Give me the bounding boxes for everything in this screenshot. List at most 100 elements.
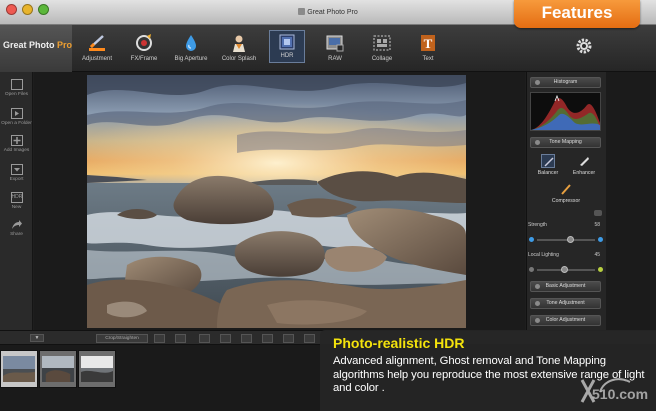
local-lighting-slider[interactable] — [537, 266, 595, 273]
flip-icon[interactable] — [283, 334, 294, 343]
histogram-curves — [531, 94, 600, 130]
compare-icon[interactable] — [220, 334, 231, 343]
tool-label: HDR — [280, 53, 294, 59]
sidebar-item-label: New — [11, 205, 22, 210]
tool-adjustment[interactable]: Adjustment — [73, 33, 121, 62]
brand-name: Great Photo — [3, 40, 55, 50]
sidebar-item-label: Share — [10, 232, 23, 237]
local-lighting-value: 45 — [594, 252, 600, 258]
left-sidebar: Open Files Open a Folder Add Images Expo… — [0, 72, 33, 330]
watermark-text: 510.com — [592, 386, 649, 402]
thumb-image — [3, 356, 35, 382]
fullscreen-icon[interactable] — [304, 334, 315, 343]
right-panel: Histogram Tone Mapping Balancer Enhancer — [526, 72, 606, 330]
rotate-right-icon[interactable] — [262, 334, 273, 343]
sidebar-item-new[interactable]: HDR New — [0, 192, 33, 210]
tool-label: Text — [422, 56, 434, 62]
hdr-new-icon: HDR — [10, 192, 23, 203]
svg-text:T: T — [424, 36, 433, 51]
tool-color-splash[interactable]: Color Splash — [215, 33, 263, 62]
feature-title: Photo-realistic HDR — [333, 335, 465, 351]
sidebar-item-open-files[interactable]: Open Files — [0, 79, 33, 97]
tool-label: Collage — [371, 56, 393, 62]
sidebar-item-add-images[interactable]: Add Images — [0, 135, 33, 153]
add-images-icon — [10, 135, 23, 146]
color-adjustment-button[interactable]: Color Adjustment — [530, 315, 601, 326]
features-tab[interactable]: Features — [514, 0, 640, 28]
balancer-icon — [541, 154, 555, 168]
open-folder-icon — [10, 108, 23, 119]
crop-straighten-button[interactable]: Crop/Straighten — [96, 334, 148, 343]
fit-icon[interactable] — [199, 334, 210, 343]
tool-hdr-frame: HDR — [269, 30, 305, 63]
tool-hdr[interactable]: HDR — [263, 30, 311, 63]
tone-adjustment-button[interactable]: Tone Adjustment — [530, 298, 601, 309]
open-files-icon — [10, 79, 23, 90]
local-lighting-slider-knob[interactable] — [561, 266, 568, 273]
tone-mapping-label: Tone Mapping — [549, 139, 582, 145]
basic-adjustment-button[interactable]: Basic Adjustment — [530, 281, 601, 292]
share-icon — [11, 219, 23, 230]
thumb-image — [42, 356, 74, 382]
drop-icon — [598, 237, 603, 242]
image-canvas[interactable] — [34, 72, 525, 330]
tool-text[interactable]: T Text — [404, 33, 452, 62]
strength-value: 58 — [594, 222, 600, 228]
filmstrip-thumb[interactable] — [0, 350, 38, 388]
tone-adjustment-label: Tone Adjustment — [546, 300, 585, 306]
enhancer-icon — [577, 154, 591, 168]
right-strip — [606, 72, 656, 330]
strength-slider[interactable] — [537, 236, 595, 243]
brush-icon — [598, 267, 603, 272]
mode-label: Enhancer — [572, 170, 596, 176]
color-splash-icon — [229, 33, 249, 53]
tool-label: Adjustment — [81, 56, 112, 62]
tool-raw[interactable]: RAW — [311, 33, 359, 62]
reset-icon[interactable] — [594, 210, 602, 216]
sidebar-item-open-folder[interactable]: Open a Folder — [0, 108, 33, 126]
local-lighting-label: Local Lighting — [528, 252, 559, 258]
collapse-dot-icon — [535, 140, 540, 145]
sidebar-item-label: Export — [9, 177, 24, 182]
sidebar-item-export[interactable]: Export — [0, 164, 33, 182]
mode-compressor[interactable]: Compressor — [549, 182, 583, 204]
app-icon — [298, 8, 306, 15]
basic-adjustment-label: Basic Adjustment — [545, 283, 586, 289]
mode-enhancer[interactable]: Enhancer — [567, 154, 601, 176]
sidebar-item-label: Add Images — [3, 148, 30, 153]
text-icon: T — [418, 33, 438, 53]
histogram-label: Histogram — [553, 79, 578, 85]
hdr-icon — [279, 34, 295, 50]
drop-icon — [529, 237, 534, 242]
compressor-icon — [559, 182, 573, 196]
tool-label: Big Aperture — [174, 56, 208, 62]
mode-balancer[interactable]: Balancer — [531, 154, 565, 176]
rotate-left-icon[interactable] — [241, 334, 252, 343]
collapse-dot-icon — [535, 80, 540, 85]
tool-fx-frame[interactable]: FX/Frame — [120, 33, 168, 62]
filmstrip-thumb[interactable] — [78, 350, 116, 388]
undo-icon[interactable] — [154, 334, 165, 343]
strength-slider-knob[interactable] — [567, 236, 574, 243]
collapse-dot-icon — [535, 284, 540, 289]
view-dropdown[interactable]: ▼ — [30, 334, 44, 342]
strength-label: Strength — [528, 222, 547, 228]
adjustment-icon — [87, 33, 107, 53]
sidebar-item-label: Open a Folder — [1, 121, 32, 126]
tone-mapping-button[interactable]: Tone Mapping — [530, 137, 601, 148]
tool-collage[interactable]: Collage — [358, 33, 406, 62]
gear-icon[interactable] — [574, 36, 594, 56]
mode-label: Balancer — [537, 170, 559, 176]
fx-frame-icon — [134, 33, 154, 53]
main-toolbar: Great Photo Pro Adjustment FX/Frame Big … — [0, 25, 656, 72]
sidebar-item-share[interactable]: Share — [0, 219, 33, 237]
tool-label: Color Splash — [221, 56, 257, 62]
tool-big-aperture[interactable]: Big Aperture — [167, 33, 215, 62]
big-aperture-icon — [181, 33, 201, 53]
redo-icon[interactable] — [175, 334, 186, 343]
color-adjustment-label: Color Adjustment — [545, 317, 586, 323]
hdr-photo — [87, 75, 466, 328]
filmstrip-thumb[interactable] — [39, 350, 77, 388]
histogram-button[interactable]: Histogram — [530, 77, 601, 88]
collage-icon — [372, 33, 392, 53]
